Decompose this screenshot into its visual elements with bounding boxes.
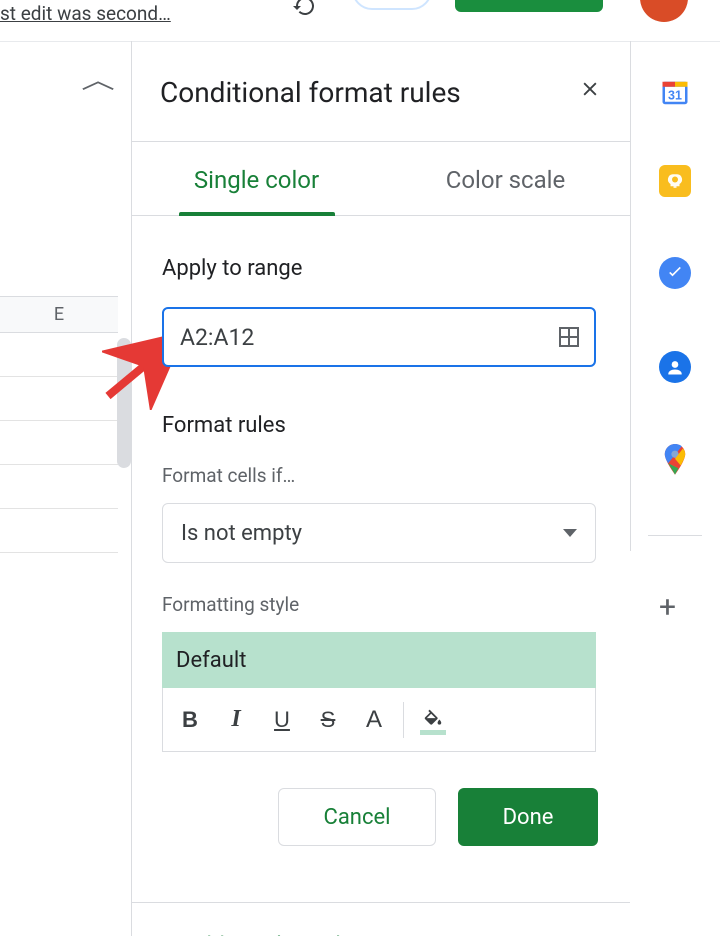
apply-to-range-label: Apply to range — [162, 256, 600, 281]
plus-icon: + — [146, 929, 162, 936]
avatar[interactable] — [640, 0, 688, 22]
button-label: Done — [503, 805, 554, 830]
strikethrough-button[interactable]: S — [305, 697, 351, 743]
italic-button[interactable]: I — [213, 697, 259, 743]
toolbar-separator — [403, 702, 404, 738]
maps-icon[interactable] — [659, 445, 691, 477]
button-label: Cancel — [324, 805, 391, 830]
rail-border — [630, 41, 631, 551]
formatting-style-label: Formatting style — [162, 593, 600, 616]
tab-label: Single color — [194, 166, 319, 194]
chevron-down-icon — [563, 529, 577, 537]
spreadsheet-fragment: E — [0, 296, 118, 553]
cell-row[interactable] — [0, 333, 118, 377]
select-range-icon[interactable] — [554, 322, 584, 352]
cell-row[interactable] — [0, 509, 118, 553]
format-tabs: Single color Color scale — [132, 142, 630, 212]
add-rule-label: Add another rule — [184, 932, 353, 936]
style-preview[interactable]: Default — [162, 632, 596, 688]
tab-label: Color scale — [446, 166, 565, 194]
column-header-E[interactable]: E — [0, 296, 118, 333]
cell-row[interactable] — [0, 421, 118, 465]
cancel-button[interactable]: Cancel — [278, 788, 436, 846]
last-edit-text[interactable]: st edit was second… — [0, 2, 171, 25]
done-button[interactable]: Done — [458, 788, 598, 846]
keep-icon[interactable] — [659, 165, 691, 197]
tasks-icon[interactable] — [659, 257, 691, 289]
chevron-up-icon[interactable]: ︿ — [81, 60, 115, 95]
fill-color-button[interactable] — [410, 697, 456, 743]
scrollbar-thumb[interactable] — [117, 338, 131, 468]
close-icon[interactable] — [574, 73, 606, 111]
calendar-icon[interactable]: 31 — [657, 75, 693, 111]
conditional-format-panel: Conditional format rules Single color Co… — [132, 41, 630, 936]
format-rules-heading: Format rules — [162, 413, 600, 438]
contacts-icon[interactable] — [659, 351, 691, 383]
history-icon — [292, 0, 316, 18]
cell-row[interactable] — [0, 377, 118, 421]
style-preview-text: Default — [176, 648, 246, 673]
top-bar: st edit was second… — [0, 0, 720, 32]
share-button[interactable] — [455, 0, 603, 12]
underline-button[interactable]: U — [259, 697, 305, 743]
format-cells-if-label: Format cells if… — [162, 464, 600, 487]
format-condition-dropdown[interactable]: Is not empty — [162, 503, 596, 563]
tab-single-color[interactable]: Single color — [132, 142, 381, 212]
column-letter: E — [54, 304, 64, 325]
bold-button[interactable]: B — [167, 697, 213, 743]
rail-divider — [648, 535, 702, 536]
text-color-button[interactable]: A — [351, 697, 397, 743]
panel-title: Conditional format rules — [160, 76, 461, 109]
dropdown-value: Is not empty — [181, 521, 302, 546]
add-ons-plus-icon[interactable]: + — [659, 593, 676, 623]
svg-text:31: 31 — [668, 88, 682, 102]
fill-color-swatch — [420, 730, 446, 735]
tab-underline — [132, 212, 630, 216]
range-input-container — [162, 307, 596, 367]
cell-row[interactable] — [0, 465, 118, 509]
tab-color-scale[interactable]: Color scale — [381, 142, 630, 212]
format-toolbar: B I U S A — [162, 688, 596, 752]
add-another-rule[interactable]: + Add another rule — [132, 903, 630, 936]
range-input[interactable] — [178, 323, 542, 352]
comments-pill[interactable] — [352, 0, 432, 10]
